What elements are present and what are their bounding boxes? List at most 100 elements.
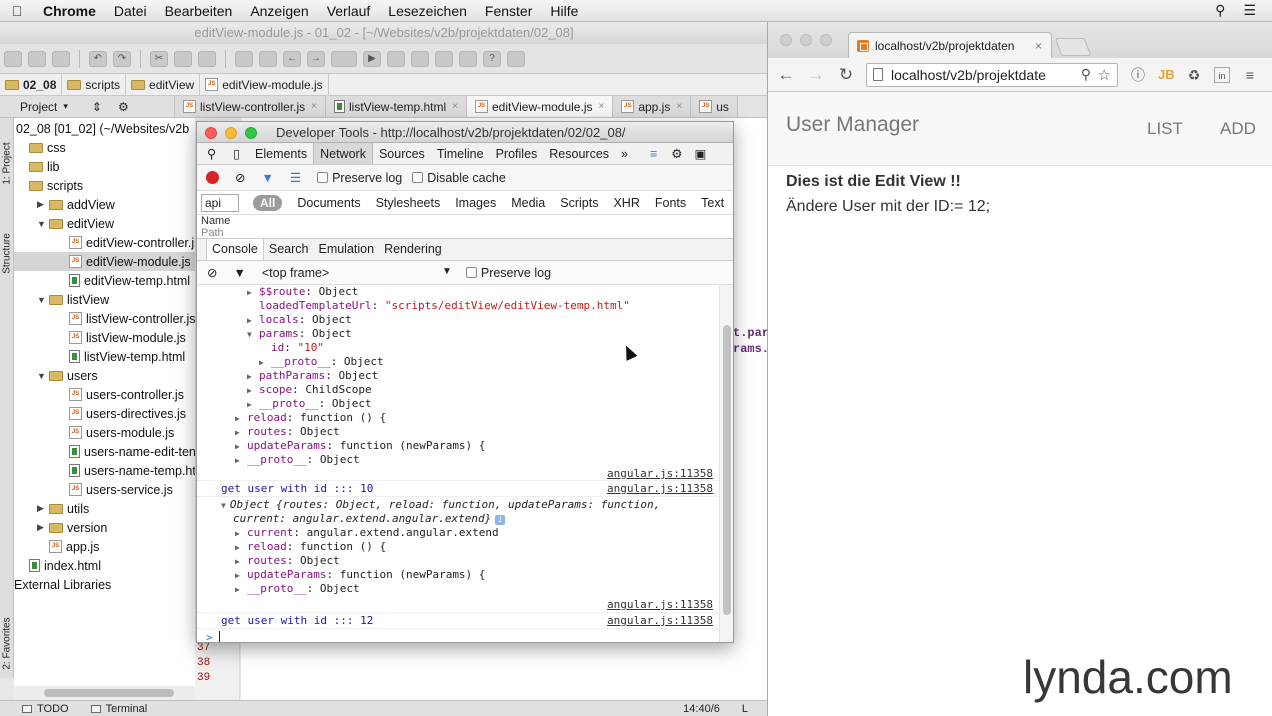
breadcrumb-item[interactable]: editView [126,74,201,95]
collapse-icon[interactable]: ⇕ [92,100,102,114]
more-panels-button[interactable]: » [615,143,634,164]
back-icon[interactable]: ← [283,50,301,67]
breadcrumb-item[interactable]: 02_08 [0,74,63,95]
tree-item[interactable]: listView-temp.html [57,347,185,366]
nav-add-link[interactable]: ADD [1220,119,1256,139]
project-view-dropdown[interactable]: Project ▾ ⇕ ⚙ [0,96,175,117]
tree-item[interactable]: editView-temp.html [57,271,190,290]
filter-scripts[interactable]: Scripts [560,196,598,210]
tab-sources[interactable]: Sources [373,143,431,164]
tab-timeline[interactable]: Timeline [431,143,490,164]
console-object-property[interactable]: ▶ __proto__: Object [235,453,360,467]
tree-item[interactable]: ▼ listView [37,290,109,309]
close-icon[interactable]: × [452,101,458,112]
collapse-arrow-icon[interactable]: ▼ [221,501,226,510]
tree-item[interactable]: JS listView-module.js [57,328,186,347]
expand-arrow-icon[interactable]: ▶ [247,314,259,328]
forward-icon[interactable]: → [307,50,325,67]
tab-profiles[interactable]: Profiles [490,143,544,164]
menu-app[interactable]: Chrome [34,3,105,19]
collapse-arrow-icon[interactable]: ▼ [37,371,49,381]
tree-item[interactable]: scripts [17,176,83,195]
device-mode-icon[interactable]: ▯ [233,146,249,161]
new-tab-button[interactable] [1054,38,1092,56]
side-tab-structure[interactable]: Structure [2,225,13,283]
back-arrow-icon[interactable]: ← [774,65,798,85]
tree-item[interactable]: lib [17,157,60,176]
menu-hilfe[interactable]: Hilfe [541,3,587,19]
source-link[interactable]: angular.js:11358 [607,614,713,628]
tab-elements[interactable]: Elements [249,143,313,164]
filter-input[interactable]: api [201,193,239,212]
tree-item[interactable]: ▼ users [37,366,98,385]
paste-icon[interactable] [198,50,216,67]
frame-select[interactable]: <top frame> ▼ [262,266,452,280]
filter-icon[interactable]: ▼ [233,266,245,280]
find-icon[interactable] [235,50,253,67]
tab-listview-controller[interactable]: JS listView-controller.js × [175,96,326,117]
tree-item[interactable]: ▼ editView [37,214,114,233]
run-config-dropdown[interactable] [331,50,357,67]
address-bar[interactable]: localhost/v2b/projektdate ⚲ ☆ [866,62,1118,87]
linkedin-extension-icon[interactable]: in [1214,66,1230,83]
menu-lesezeichen[interactable]: Lesezeichen [379,3,476,19]
menu-icon[interactable]: ≡ [1242,67,1258,83]
tab-listview-temp[interactable]: listView-temp.html × [326,96,467,117]
console-object-property[interactable]: ▶ __proto__: Object [235,582,360,596]
console-object-property[interactable]: ▶ __proto__: Object [259,355,384,369]
tree-item[interactable]: JS editView-module.js [14,252,195,271]
todo-tab[interactable]: TODO [22,703,69,715]
settings-icon[interactable] [459,50,477,67]
recycle-extension-icon[interactable]: ♻ [1186,67,1202,83]
sync-icon[interactable] [52,50,70,67]
replace-icon[interactable] [259,50,277,67]
clear-console-icon[interactable]: ⊘ [207,265,217,280]
expand-arrow-icon[interactable]: ▶ [37,199,49,210]
tree-item[interactable]: JS users-service.js [57,480,173,499]
save-icon[interactable] [28,50,46,67]
filter-icon[interactable]: ▼ [261,171,273,185]
tree-item[interactable]: JS users-directives.js [57,404,186,423]
bookmark-star-icon[interactable]: ☆ [1098,66,1111,84]
filter-stylesheets[interactable]: Stylesheets [376,196,441,210]
filter-text[interactable]: Text [701,196,724,210]
close-icon[interactable]: × [311,101,317,112]
filter-xhr[interactable]: XHR [613,196,639,210]
tab-network[interactable]: Network [313,143,373,164]
console-object-property[interactable]: ▶ pathParams: Object [247,369,378,383]
console-object-property[interactable]: ▶ updateParams: function (newParams) { [235,568,485,582]
side-tab-project[interactable]: 1: Project [2,135,13,193]
console-object-property[interactable]: ▶ __proto__: Object [247,397,372,411]
filter-media[interactable]: Media [511,196,545,210]
console-scrollbar[interactable] [719,285,733,642]
expand-arrow-icon[interactable]: ▶ [247,286,259,300]
tree-item[interactable]: JS users-controller.js [57,385,184,404]
preserve-log-checkbox[interactable]: Preserve log [317,171,402,185]
close-icon[interactable]: × [598,101,604,112]
expand-arrow-icon[interactable]: ▶ [235,454,247,468]
filter-documents[interactable]: Documents [297,196,360,210]
close-window-button[interactable] [205,127,217,139]
console-preserve-log-checkbox[interactable]: Preserve log [465,266,551,280]
tab-rendering[interactable]: Rendering [379,239,447,260]
source-link[interactable]: angular.js:11358 [607,467,713,481]
minimize-window-button[interactable] [225,127,237,139]
debug-icon[interactable] [387,50,405,67]
console-object-property[interactable]: ▼ params: Object [247,327,352,341]
menu-datei[interactable]: Datei [105,3,156,19]
plugin-icon[interactable] [507,50,525,67]
tree-item[interactable]: users-name-temp.ht [57,461,195,480]
expand-arrow-icon[interactable]: ▼ [247,328,259,342]
filter-all[interactable]: All [253,194,283,211]
menu-verlauf[interactable]: Verlauf [318,3,380,19]
console-prompt[interactable]: > [206,631,220,642]
console-output[interactable]: ▶ $$route: Object loadedTemplateUrl: "scri… [197,285,721,642]
clear-icon[interactable]: ⊘ [235,170,245,185]
spotlight-search-icon[interactable]: ⚲ [1215,2,1225,19]
menu-bearbeiten[interactable]: Bearbeiten [156,3,242,19]
notification-center-icon[interactable]: ☰ [1243,2,1256,19]
disable-cache-checkbox[interactable]: Disable cache [412,171,506,185]
console-object-property[interactable]: ▶ locals: Object [247,313,352,327]
tree-root[interactable]: 02_08 [01_02] (~/Websites/v2b [16,119,189,138]
gear-icon[interactable]: ⚙ [118,100,129,114]
